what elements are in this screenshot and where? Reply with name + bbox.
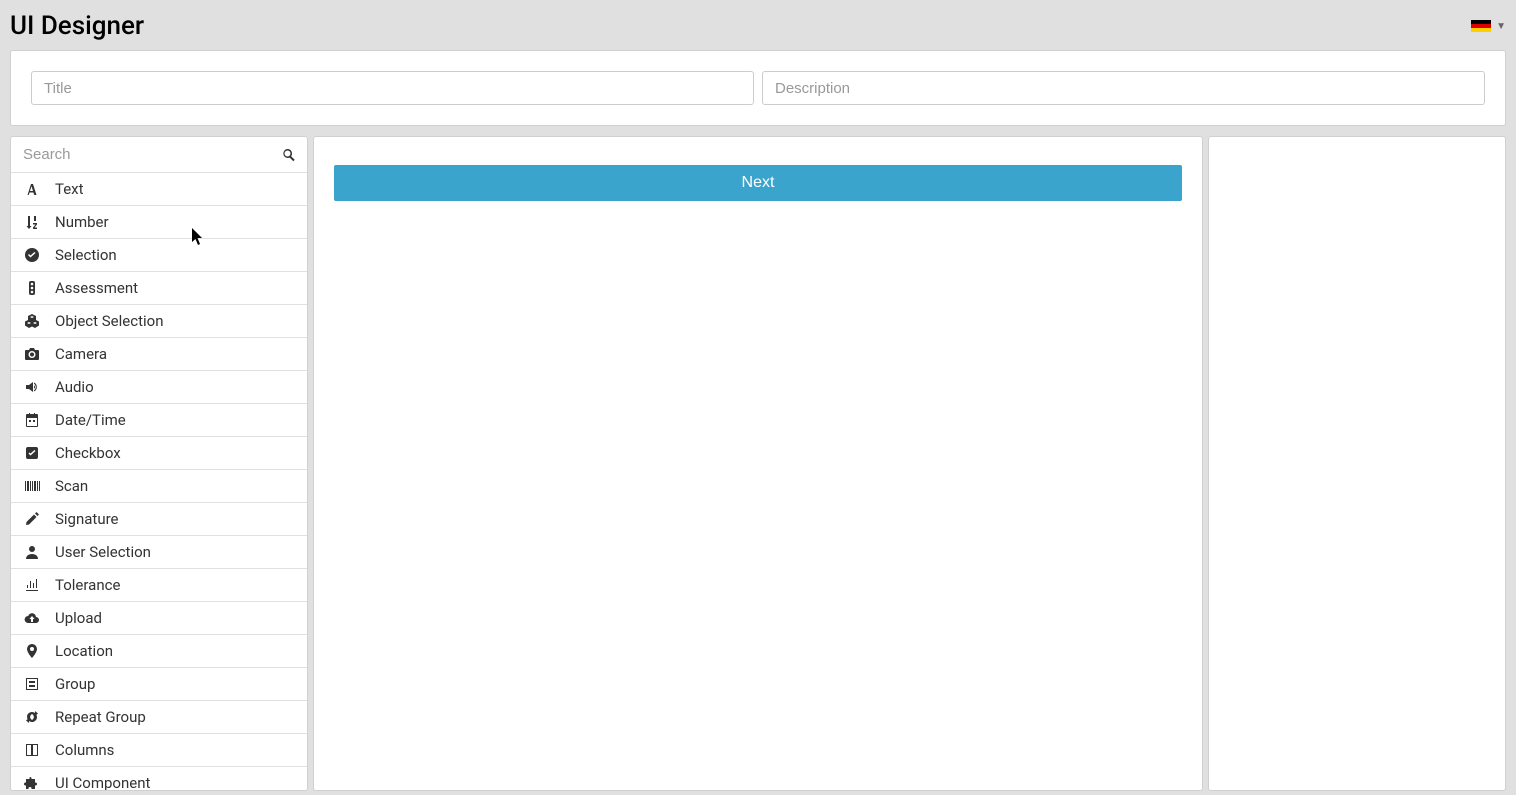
traffic-light-icon <box>23 279 41 297</box>
tolerance-icon <box>23 576 41 594</box>
check-square-icon <box>23 444 41 462</box>
sidebar-item-label: Signature <box>55 510 119 528</box>
pencil-icon <box>23 510 41 528</box>
main-layout: Text Number Selection Assessment Object … <box>0 136 1516 791</box>
sidebar-item-repeat-group[interactable]: Repeat Group <box>11 701 307 734</box>
sidebar-item-label: Text <box>55 180 84 198</box>
sidebar-item-camera[interactable]: Camera <box>11 338 307 371</box>
sidebar-item-label: Tolerance <box>55 576 120 594</box>
cubes-icon <box>23 312 41 330</box>
sidebar-item-location[interactable]: Location <box>11 635 307 668</box>
sidebar-item-label: User Selection <box>55 543 151 561</box>
font-icon <box>23 180 41 198</box>
sidebar-item-label: Checkbox <box>55 444 121 462</box>
components-sidebar: Text Number Selection Assessment Object … <box>10 136 308 791</box>
map-marker-icon <box>23 642 41 660</box>
sidebar-item-label: Location <box>55 642 113 660</box>
sidebar-item-group[interactable]: Group <box>11 668 307 701</box>
sidebar-item-upload[interactable]: Upload <box>11 602 307 635</box>
sidebar-item-label: Number <box>55 213 109 231</box>
sidebar-item-columns[interactable]: Columns <box>11 734 307 767</box>
title-input[interactable] <box>31 71 754 105</box>
sidebar-item-tolerance[interactable]: Tolerance <box>11 569 307 602</box>
sidebar-item-label: Group <box>55 675 95 693</box>
sidebar-item-text[interactable]: Text <box>11 173 307 206</box>
search-icon[interactable] <box>281 147 297 163</box>
sidebar-item-audio[interactable]: Audio <box>11 371 307 404</box>
sidebar-item-label: Object Selection <box>55 312 163 330</box>
search-wrapper <box>11 137 307 173</box>
user-icon <box>23 543 41 561</box>
sidebar-item-label: Assessment <box>55 279 138 297</box>
next-button[interactable]: Next <box>334 165 1182 201</box>
camera-icon <box>23 345 41 363</box>
columns-icon <box>23 741 41 759</box>
volume-icon <box>23 378 41 396</box>
sidebar-item-label: Repeat Group <box>55 708 146 726</box>
group-box-icon <box>23 675 41 693</box>
sidebar-item-checkbox[interactable]: Checkbox <box>11 437 307 470</box>
sidebar-item-label: Upload <box>55 609 102 627</box>
form-header-panel <box>10 50 1506 126</box>
sidebar-item-label: Camera <box>55 345 107 363</box>
sidebar-item-number[interactable]: Number <box>11 206 307 239</box>
chevron-down-icon: ▼ <box>1496 21 1506 32</box>
sidebar-item-selection[interactable]: Selection <box>11 239 307 272</box>
sidebar-item-label: Scan <box>55 477 88 495</box>
canvas-area[interactable]: Next <box>313 136 1203 791</box>
language-selector[interactable]: ▼ <box>1471 20 1506 33</box>
cloud-upload-icon <box>23 609 41 627</box>
sidebar-item-assessment[interactable]: Assessment <box>11 272 307 305</box>
sidebar-item-user-selection[interactable]: User Selection <box>11 536 307 569</box>
sidebar-item-label: Columns <box>55 741 114 759</box>
header: UI Designer ▼ <box>0 0 1516 50</box>
sidebar-item-scan[interactable]: Scan <box>11 470 307 503</box>
sidebar-item-object-selection[interactable]: Object Selection <box>11 305 307 338</box>
flag-de-icon <box>1471 20 1491 33</box>
search-input[interactable] <box>11 137 307 172</box>
sidebar-item-label: Date/Time <box>55 411 126 429</box>
puzzle-icon <box>23 774 41 791</box>
sidebar-item-ui-component[interactable]: UI Component <box>11 767 307 791</box>
sidebar-item-label: Audio <box>55 378 94 396</box>
sort-numeric-icon <box>23 213 41 231</box>
repeat-icon <box>23 708 41 726</box>
sidebar-item-label: UI Component <box>55 774 150 791</box>
page-title: UI Designer <box>10 11 144 41</box>
barcode-icon <box>23 477 41 495</box>
sidebar-item-signature[interactable]: Signature <box>11 503 307 536</box>
description-input[interactable] <box>762 71 1485 105</box>
sidebar-item-label: Selection <box>55 246 117 264</box>
check-circle-icon <box>23 246 41 264</box>
properties-panel <box>1208 136 1506 791</box>
sidebar-item-date-time[interactable]: Date/Time <box>11 404 307 437</box>
calendar-icon <box>23 411 41 429</box>
